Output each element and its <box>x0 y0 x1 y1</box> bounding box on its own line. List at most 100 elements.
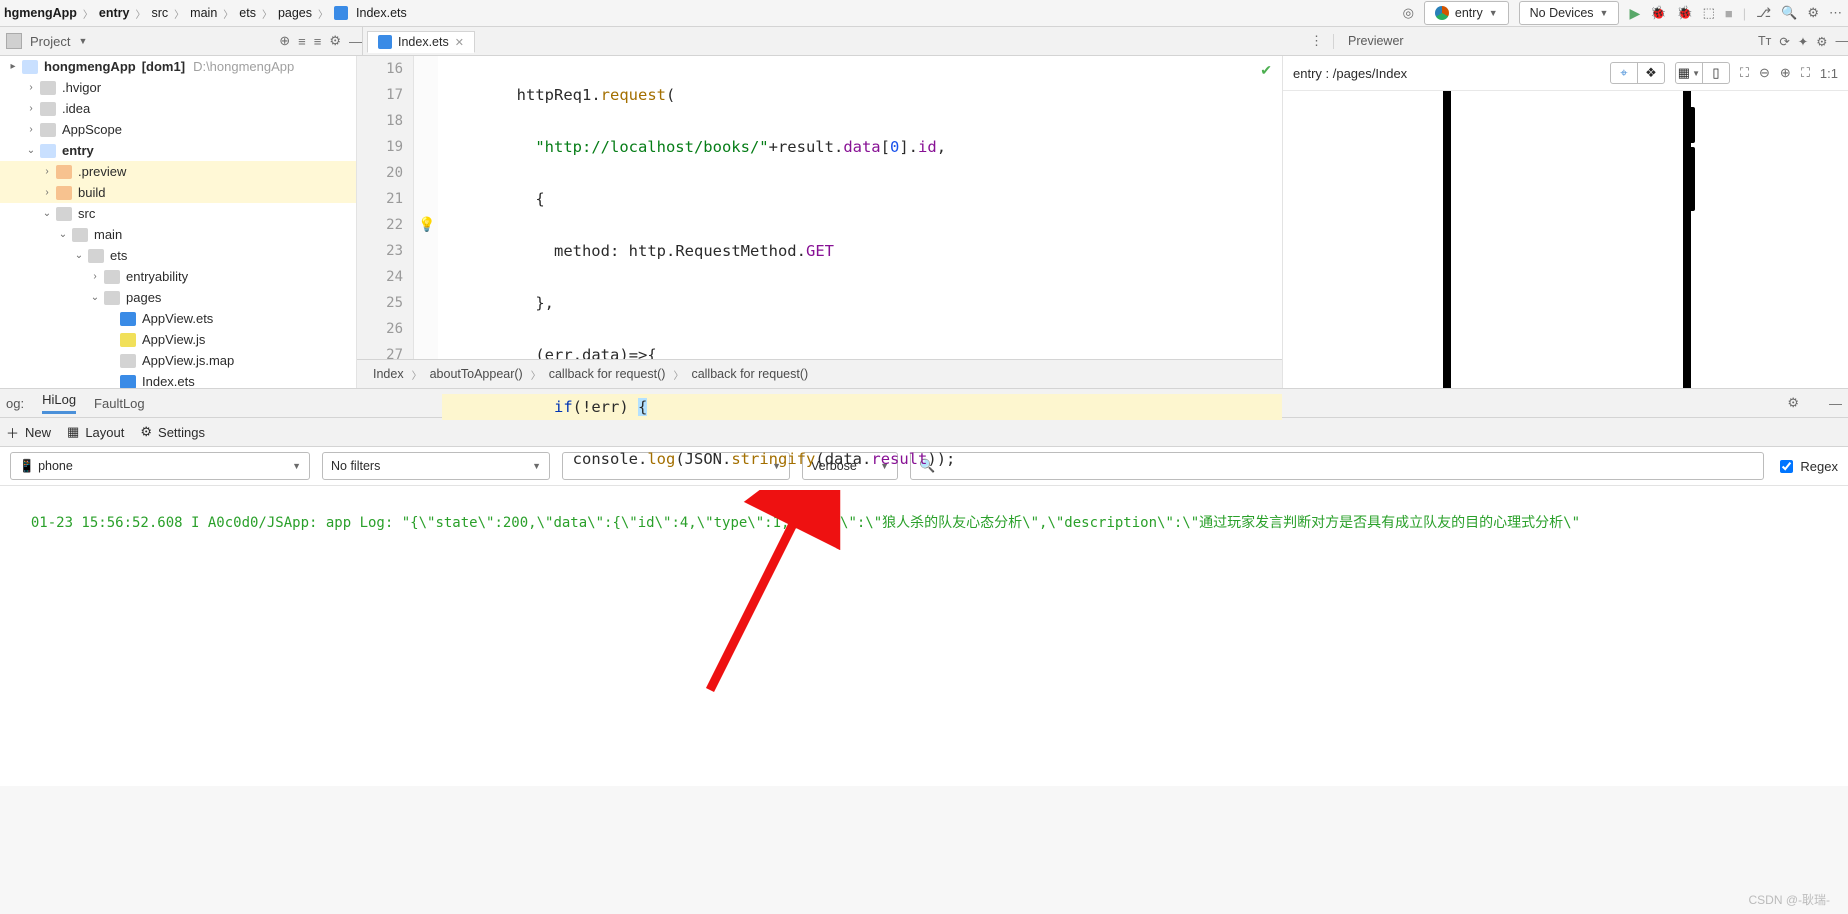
phone-button[interactable]: ▯ <box>1702 63 1729 83</box>
stop-icon[interactable]: ■ <box>1725 6 1733 21</box>
log-output[interactable]: 01-23 15:56:52.608 I A0c0d0/JSApp: app L… <box>0 486 1848 786</box>
log-tab-prefix: og: <box>6 396 24 411</box>
editor-bc-abouttoappear[interactable]: aboutToAppear() <box>430 367 523 381</box>
folder-icon <box>56 186 72 200</box>
tree-src[interactable]: ⌄src <box>0 203 356 224</box>
hide-panel-icon[interactable]: — <box>349 34 362 49</box>
chevron-right-icon: 〉 <box>262 6 272 21</box>
panel-settings-icon[interactable]: ⚙ <box>329 33 341 49</box>
tree-root[interactable]: ▸ hongmengApp [dom1] D:\hongmengApp <box>0 56 356 77</box>
debug-icon[interactable]: 🐞 <box>1650 5 1666 21</box>
log-settings-button[interactable]: ⚙Settings <box>140 424 205 440</box>
close-tab-icon[interactable]: ✕ <box>455 36 464 49</box>
chevron-down-icon: ▼ <box>1600 8 1609 18</box>
one-to-one-icon[interactable]: 1:1 <box>1820 66 1838 81</box>
tree-ets[interactable]: ⌄ets <box>0 245 356 266</box>
tree-file-appview-ets[interactable]: •AppView.ets <box>0 308 356 329</box>
inspect-component-button[interactable]: ⌖ <box>1611 63 1637 83</box>
chevron-right-icon: 〉 <box>83 6 93 21</box>
regex-checkbox[interactable]: Regex <box>1776 457 1838 476</box>
breadcrumb-src[interactable]: src <box>152 6 169 20</box>
breadcrumb-root[interactable]: hgmengApp <box>4 6 77 20</box>
phone-frame-right <box>1683 91 1691 388</box>
editor-bc-index[interactable]: Index <box>373 367 404 381</box>
breadcrumb-module[interactable]: entry <box>99 6 130 20</box>
more-icon[interactable]: ⋯ <box>1829 5 1842 21</box>
layers-button[interactable]: ❖ <box>1637 63 1664 83</box>
previewer-toolbar: entry : /pages/Index ⌖ ❖ ▦▼ ▯ ⛶ ⊖ ⊕ ⛶ 1:… <box>1283 56 1848 91</box>
breadcrumb-ets[interactable]: ets <box>239 6 256 20</box>
device-filter-dropdown[interactable]: 📱 phone ▼ <box>10 452 310 480</box>
project-tree[interactable]: ▸ hongmengApp [dom1] D:\hongmengApp ›.hv… <box>0 56 357 388</box>
regex-checkbox-input[interactable] <box>1780 460 1793 473</box>
code-area[interactable]: httpReq1.request( "http://localhost/book… <box>438 56 1282 388</box>
editor-tab-index[interactable]: Index.ets ✕ <box>367 31 475 53</box>
project-icon <box>6 33 22 49</box>
zoom-in-icon[interactable]: ⊕ <box>1780 65 1791 81</box>
breadcrumb-main[interactable]: main <box>190 6 217 20</box>
chevron-right-icon[interactable]: ▸ <box>6 61 20 72</box>
project-panel-label[interactable]: Project <box>30 34 70 49</box>
breadcrumb: hgmengApp 〉 entry 〉 src 〉 main 〉 ets 〉 p… <box>0 6 1403 21</box>
tree-file-index-ets[interactable]: •Index.ets <box>0 371 356 388</box>
tree-idea[interactable]: ›.idea <box>0 98 356 119</box>
grid-button[interactable]: ▦▼ <box>1676 63 1702 83</box>
folder-icon <box>40 102 56 116</box>
target-icon[interactable]: ◎ <box>1403 5 1414 21</box>
previewer-path: entry : /pages/Index <box>1293 66 1600 81</box>
log-settings-icon[interactable]: ⚙ <box>1781 395 1805 411</box>
editor-breadcrumb: Index〉 aboutToAppear()〉 callback for req… <box>357 359 1282 388</box>
chevron-right-icon: 〉 <box>136 6 146 21</box>
breadcrumb-file[interactable]: Index.ets <box>356 6 407 20</box>
code-editor[interactable]: ✔ 16 17 18 19 20 21 22 23 24 25 26 27 💡 … <box>357 56 1283 388</box>
previewer-canvas[interactable] <box>1283 91 1848 388</box>
tree-build[interactable]: ›build <box>0 182 356 203</box>
font-icon[interactable]: Tᴛ <box>1758 34 1771 48</box>
tree-file-appview-js[interactable]: •AppView.js <box>0 329 356 350</box>
folder-icon <box>104 291 120 305</box>
breadcrumb-pages[interactable]: pages <box>278 6 312 20</box>
log-hide-icon[interactable]: — <box>1823 396 1848 411</box>
crop-icon[interactable]: ⛶ <box>1740 65 1749 81</box>
tree-preview[interactable]: ›.preview <box>0 161 356 182</box>
search-icon[interactable]: 🔍 <box>1781 5 1797 21</box>
tree-hvigor[interactable]: ›.hvigor <box>0 77 356 98</box>
fold-strip: 💡 <box>414 56 438 388</box>
tree-main[interactable]: ⌄main <box>0 224 356 245</box>
collapse-icon[interactable]: ≡ <box>298 34 306 49</box>
refresh-icon[interactable]: ⟳ <box>1779 34 1789 49</box>
zoom-out-icon[interactable]: ⊖ <box>1759 65 1770 81</box>
tree-appscope[interactable]: ›AppScope <box>0 119 356 140</box>
grid-icon: ▦ <box>1678 65 1690 81</box>
run-config-label: entry <box>1455 6 1483 20</box>
tree-file-appview-map[interactable]: •AppView.js.map <box>0 350 356 371</box>
tree-entry[interactable]: ⌄entry <box>0 140 356 161</box>
tree-entryability[interactable]: ›entryability <box>0 266 356 287</box>
run-config-dropdown[interactable]: entry ▼ <box>1424 1 1509 25</box>
panel-header-row: Project ▼ ⊕ ≡ ≡ ⚙ — Index.ets ✕ ⋮ Previe… <box>0 27 1848 56</box>
log-layout-button[interactable]: ▦Layout <box>67 424 124 440</box>
log-tab-faultlog[interactable]: FaultLog <box>94 396 145 411</box>
hide-panel-icon[interactable]: — <box>1836 34 1848 48</box>
previewer-label: Previewer <box>1348 34 1404 48</box>
gear-icon[interactable]: ⚙ <box>1807 5 1819 21</box>
chevron-down-icon[interactable]: ▼ <box>78 36 87 46</box>
editor-bc-callback1[interactable]: callback for request() <box>549 367 666 381</box>
run-icon[interactable]: ▶ <box>1629 5 1640 22</box>
git-icon[interactable]: ⎇ <box>1756 5 1771 21</box>
intention-bulb-icon[interactable]: 💡 <box>418 216 435 233</box>
log-tab-hilog[interactable]: HiLog <box>42 392 76 414</box>
tree-pages[interactable]: ⌄pages <box>0 287 356 308</box>
profiler-icon[interactable]: ⬚ <box>1703 5 1715 21</box>
device-dropdown[interactable]: No Devices ▼ <box>1519 1 1620 25</box>
panel-settings-icon[interactable]: ⚙ <box>1816 34 1827 49</box>
chevron-down-icon: ▼ <box>1489 8 1498 18</box>
coverage-icon[interactable]: 🐞 <box>1676 5 1692 21</box>
tabbar-menu-icon[interactable]: ⋮ <box>1300 33 1333 49</box>
inspect-icon[interactable]: ✦ <box>1798 34 1808 49</box>
editor-bc-callback2[interactable]: callback for request() <box>691 367 808 381</box>
expand-icon[interactable]: ≡ <box>314 34 322 49</box>
locate-file-icon[interactable]: ⊕ <box>279 33 290 49</box>
fit-icon[interactable]: ⛶ <box>1801 65 1810 81</box>
log-new-button[interactable]: ＋New <box>6 423 51 442</box>
